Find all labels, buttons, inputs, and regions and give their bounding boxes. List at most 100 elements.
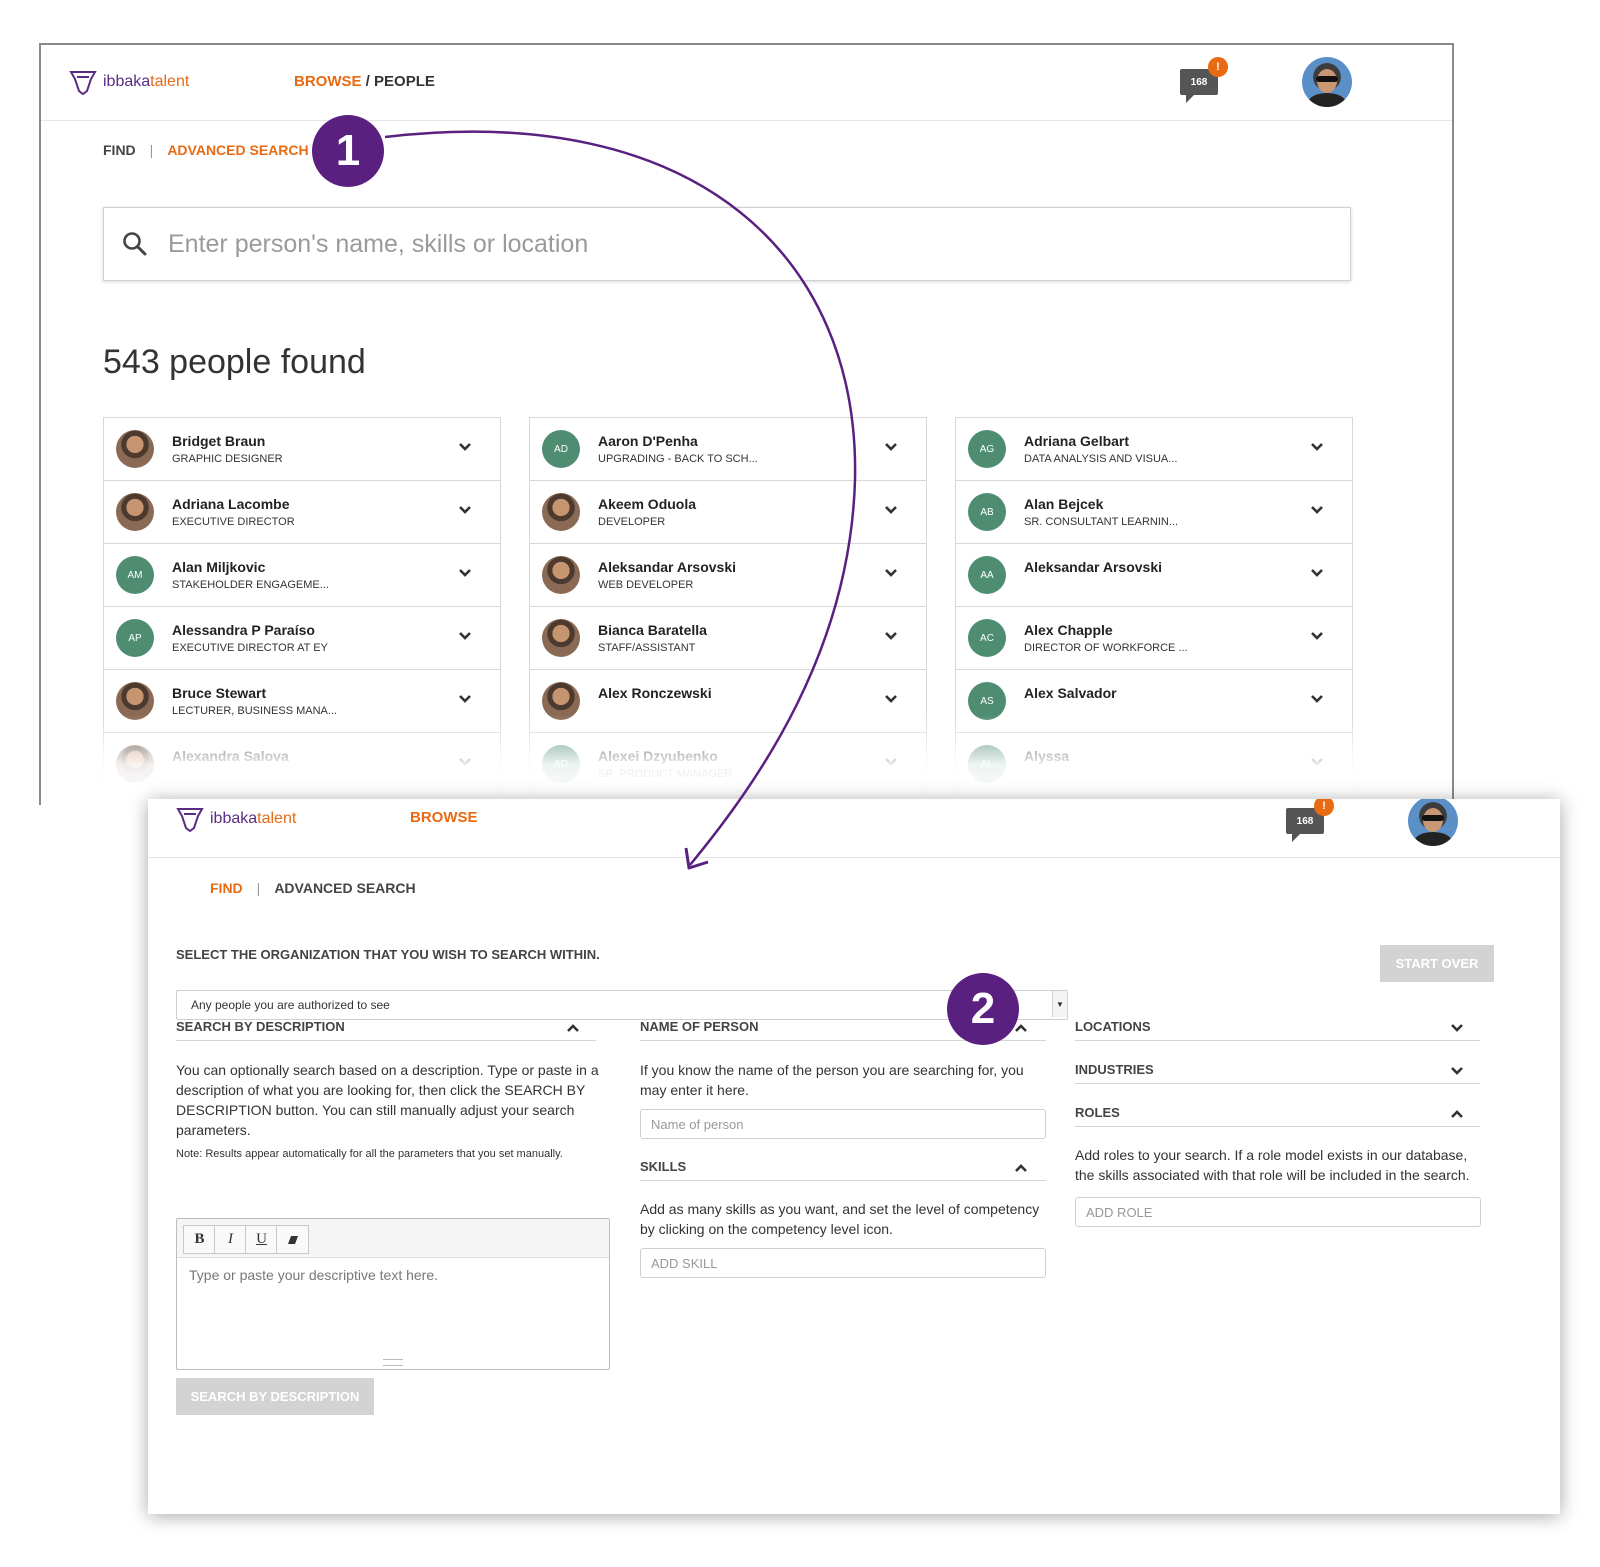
chevron-down-icon[interactable]	[458, 692, 472, 706]
chevron-down-icon[interactable]	[1310, 566, 1324, 580]
tab-advanced-search[interactable]: ADVANCED SEARCH	[274, 880, 415, 896]
callout-step-2: 2	[947, 973, 1019, 1045]
person-name[interactable]: Alan Bejcek	[1024, 496, 1103, 512]
add-role-field[interactable]	[1075, 1197, 1481, 1227]
resize-grip-icon[interactable]	[383, 1359, 403, 1366]
user-avatar[interactable]	[1408, 799, 1458, 846]
breadcrumb-separator: /	[361, 73, 375, 90]
chevron-down-icon[interactable]	[458, 503, 472, 517]
person-row[interactable]: Aleksandar Arsovski WEB DEVELOPER	[530, 544, 926, 607]
italic-button[interactable]: I	[214, 1225, 247, 1254]
person-row[interactable]: AC Alex Chapple DIRECTOR OF WORKFORCE ...	[956, 607, 1352, 670]
tab-find[interactable]: FIND	[210, 880, 243, 896]
person-row[interactable]: AM Alan Miljkovic STAKEHOLDER ENGAGEME...	[104, 544, 500, 607]
person-row[interactable]: AG Adriana Gelbart DATA ANALYSIS AND VISUA…	[956, 418, 1352, 481]
person-name[interactable]: Aaron D'Penha	[598, 433, 698, 449]
person-row[interactable]: AL Alyssa	[956, 733, 1352, 796]
chevron-down-icon[interactable]	[1310, 440, 1324, 454]
person-name[interactable]: Alexei Dzyubenko	[598, 748, 718, 764]
person-name[interactable]: Alex Ronczewski	[598, 685, 712, 701]
chevron-up-icon[interactable]	[566, 1023, 580, 1033]
name-of-person-input[interactable]	[649, 1110, 1037, 1138]
chevron-down-icon[interactable]	[884, 629, 898, 643]
start-over-button[interactable]: START OVER	[1380, 945, 1494, 982]
person-row[interactable]: AS Alex Salvador	[956, 670, 1352, 733]
person-name[interactable]: Alex Salvador	[1024, 685, 1117, 701]
underline-button[interactable]: U	[245, 1225, 278, 1254]
dropdown-arrow-icon[interactable]: ▼	[1052, 991, 1067, 1017]
add-skill-field[interactable]	[640, 1248, 1046, 1278]
org-select[interactable]: Any people you are authorized to see ▼	[176, 990, 1068, 1020]
logo-text-ibbaka: ibbaka	[103, 73, 151, 90]
person-name[interactable]: Alyssa	[1024, 748, 1069, 764]
notifications-button[interactable]: 168 !	[1180, 57, 1228, 103]
ibbaka-logo[interactable]: ibbakatalent	[69, 69, 189, 95]
chevron-down-icon[interactable]	[884, 503, 898, 517]
notifications-button[interactable]: 168 !	[1286, 799, 1334, 842]
chevron-down-icon[interactable]	[458, 755, 472, 769]
chevron-down-icon[interactable]	[884, 692, 898, 706]
person-name[interactable]: Alessandra P Paraíso	[172, 622, 315, 638]
chevron-down-icon[interactable]	[884, 755, 898, 769]
chevron-down-icon[interactable]	[884, 566, 898, 580]
person-title: EXECUTIVE DIRECTOR	[172, 516, 295, 528]
tab-find[interactable]: FIND	[103, 142, 136, 158]
person-row[interactable]: Alex Ronczewski	[530, 670, 926, 733]
person-row[interactable]: Bridget Braun GRAPHIC DESIGNER	[104, 418, 500, 481]
person-row[interactable]: AB Alan Bejcek SR. CONSULTANT LEARNIN...	[956, 481, 1352, 544]
chevron-down-icon[interactable]	[458, 440, 472, 454]
person-name[interactable]: Alex Chapple	[1024, 622, 1113, 638]
people-search-box[interactable]	[103, 207, 1351, 281]
person-name[interactable]: Aleksandar Arsovski	[598, 559, 736, 575]
person-name[interactable]: Bridget Braun	[172, 433, 265, 449]
chevron-down-icon[interactable]	[1450, 1066, 1464, 1076]
chevron-down-icon[interactable]	[458, 629, 472, 643]
chevron-down-icon[interactable]	[1310, 629, 1324, 643]
person-row[interactable]: AA Aleksandar Arsovski	[956, 544, 1352, 607]
chevron-up-icon[interactable]	[1450, 1109, 1464, 1119]
person-row[interactable]: Akeem Oduola DEVELOPER	[530, 481, 926, 544]
person-name[interactable]: Akeem Oduola	[598, 496, 696, 512]
add-role-input[interactable]	[1084, 1198, 1472, 1226]
user-avatar[interactable]	[1302, 57, 1352, 107]
add-skill-input[interactable]	[649, 1249, 1037, 1277]
chevron-down-icon[interactable]	[1450, 1023, 1464, 1033]
person-row[interactable]: AP Alessandra P Paraíso EXECUTIVE DIRECTOR…	[104, 607, 500, 670]
ibbaka-logo[interactable]: ibbakatalent	[176, 805, 296, 833]
person-row[interactable]: Bruce Stewart LECTURER, BUSINESS MANA...	[104, 670, 500, 733]
chevron-down-icon[interactable]	[884, 440, 898, 454]
tab-advanced-search[interactable]: ADVANCED SEARCH	[167, 142, 308, 158]
person-title: DIRECTOR OF WORKFORCE ...	[1024, 642, 1188, 654]
person-name[interactable]: Adriana Gelbart	[1024, 433, 1129, 449]
search-by-description-button[interactable]: SEARCH BY DESCRIPTION	[176, 1378, 374, 1415]
person-name[interactable]: Bianca Baratella	[598, 622, 707, 638]
person-avatar: AS	[968, 682, 1006, 720]
person-name[interactable]: Alan Miljkovic	[172, 559, 265, 575]
nav-browse[interactable]: BROWSE	[410, 809, 478, 826]
chevron-down-icon[interactable]	[1310, 503, 1324, 517]
chevron-down-icon[interactable]	[1310, 692, 1324, 706]
bold-button[interactable]: B	[183, 1225, 216, 1254]
breadcrumb-browse[interactable]: BROWSE	[294, 73, 362, 90]
person-name[interactable]: Aleksandar Arsovski	[1024, 559, 1162, 575]
chevron-up-icon[interactable]	[1014, 1163, 1028, 1173]
name-of-person-field[interactable]	[640, 1109, 1046, 1139]
person-name[interactable]: Adriana Lacombe	[172, 496, 289, 512]
person-row[interactable]: AD Aaron D'Penha UPGRADING - BACK TO SCH..…	[530, 418, 926, 481]
person-row[interactable]: Adriana Lacombe EXECUTIVE DIRECTOR	[104, 481, 500, 544]
alert-badge: !	[1314, 799, 1334, 816]
person-row[interactable]: Alexandra Salova	[104, 733, 500, 796]
person-row[interactable]: AD Alexei Dzyubenko SR. PRODUCT MANAGER	[530, 733, 926, 796]
description-textarea[interactable]	[187, 1265, 596, 1359]
description-editor[interactable]: B I U	[176, 1218, 610, 1370]
clear-format-button[interactable]	[276, 1225, 309, 1254]
chevron-down-icon[interactable]	[458, 566, 472, 580]
people-column-1: Bridget Braun GRAPHIC DESIGNER Adriana Lac…	[103, 417, 501, 796]
chevron-up-icon[interactable]	[1014, 1023, 1028, 1033]
search-input[interactable]	[166, 228, 1270, 260]
person-title: WEB DEVELOPER	[598, 579, 694, 591]
person-name[interactable]: Alexandra Salova	[172, 748, 289, 764]
person-row[interactable]: Bianca Baratella STAFF/ASSISTANT	[530, 607, 926, 670]
person-name[interactable]: Bruce Stewart	[172, 685, 266, 701]
chevron-down-icon[interactable]	[1310, 755, 1324, 769]
